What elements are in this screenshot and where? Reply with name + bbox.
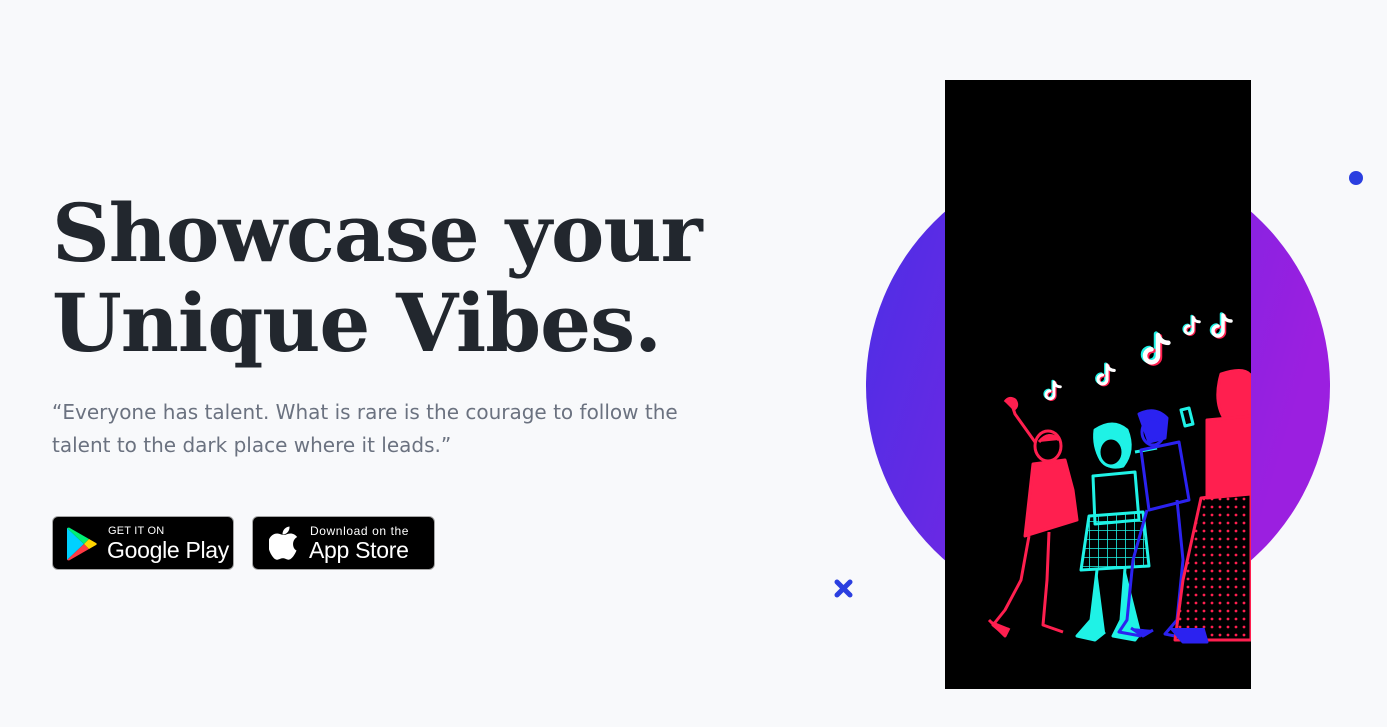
blue-dot — [1349, 171, 1363, 185]
pink-dancer — [1169, 369, 1253, 644]
apple-icon — [269, 526, 298, 560]
hero-quote: “Everyone has talent. What is rare is th… — [52, 400, 678, 457]
landing-page: Showcase your Unique Vibes. “Everyone ha… — [0, 0, 1387, 727]
cyan-dancer — [1075, 422, 1158, 642]
app-store-button[interactable]: Download on the App Store — [252, 516, 435, 570]
tiktok-note-icon — [1043, 312, 1233, 401]
google-play-button[interactable]: GET IT ON Google Play — [52, 516, 234, 570]
hero-title-line-2: Unique Vibes. — [52, 276, 662, 370]
google-play-small-text: GET IT ON — [108, 525, 165, 537]
dancers-illustration — [987, 312, 1253, 644]
app-store-big-text: App Store — [309, 537, 409, 563]
hero-title-line-1: Showcase your — [52, 186, 703, 280]
red-dancer — [987, 396, 1079, 638]
phone-screen — [945, 80, 1253, 689]
google-play-big-text: Google Play — [107, 537, 229, 563]
app-store-small-text: Download on the — [310, 524, 410, 538]
blue-cross-icon — [834, 579, 853, 598]
hero-title: Showcase your Unique Vibes. — [52, 186, 703, 370]
google-play-icon — [67, 527, 97, 561]
